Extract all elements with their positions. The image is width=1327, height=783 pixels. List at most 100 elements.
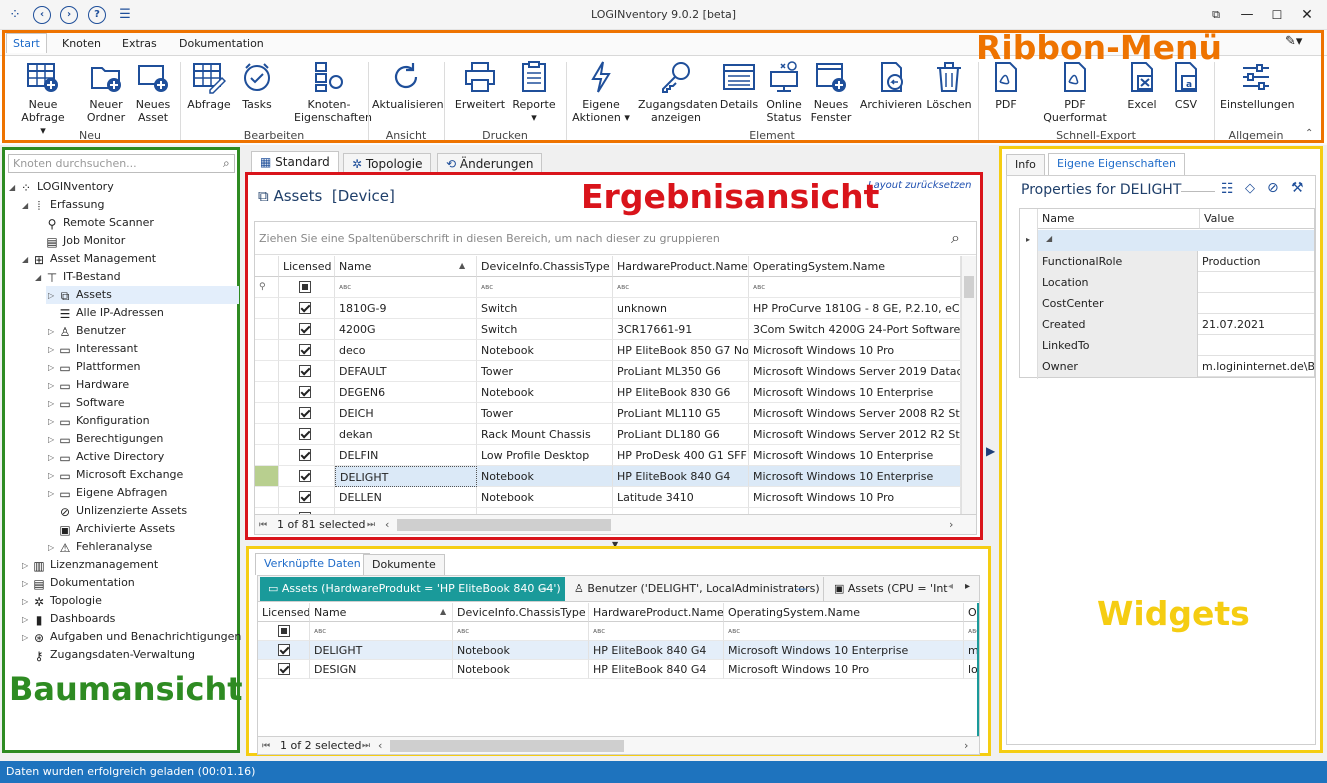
expand-arrow-icon[interactable]: ◢: [22, 251, 32, 269]
row-indicator[interactable]: [255, 298, 279, 319]
licensed-cell[interactable]: [258, 641, 310, 660]
table-cell[interactable]: ProLiant DL180 G6: [613, 424, 749, 445]
table-cell[interactable]: Microsoft Windows 10 Enterprise: [749, 382, 961, 403]
tab-linked-data[interactable]: Verknüpfte Daten: [255, 553, 370, 575]
licensed-cell[interactable]: [279, 361, 335, 382]
col-value[interactable]: Value: [1200, 209, 1314, 229]
expand-arrow-icon[interactable]: ▷: [48, 539, 58, 557]
tab-custom-properties[interactable]: Eigene Eigenschaften: [1048, 153, 1185, 175]
tab-documents[interactable]: Dokumente: [363, 554, 445, 575]
licensed-cell[interactable]: [279, 424, 335, 445]
expand-arrow-icon[interactable]: ▷: [48, 413, 58, 431]
table-cell[interactable]: DELLEN: [335, 487, 477, 508]
maximize-button[interactable]: ☐: [1267, 6, 1287, 24]
expand-arrow-icon[interactable]: ▷: [22, 557, 32, 575]
filter-cell[interactable]: ᴀʙc: [613, 277, 749, 298]
table-cell[interactable]: HP ProDesk 400 G1 SFF: [613, 445, 749, 466]
tree-node[interactable]: ▷ ▭ Microsoft Exchange: [46, 466, 239, 484]
filter-checkbox[interactable]: [278, 625, 290, 637]
filter-pin-icon[interactable]: ⚲: [255, 277, 279, 298]
table-cell[interactable]: HP ProCurve 1810G - 8 GE, P.2.10, eCos-2: [749, 298, 961, 319]
tree-node[interactable]: ▤ Job Monitor: [33, 232, 239, 250]
expand-arrow-icon[interactable]: ▷: [22, 629, 32, 647]
table-cell[interactable]: Notebook: [453, 641, 589, 660]
licensed-checkbox[interactable]: [278, 663, 290, 675]
expand-arrow-icon[interactable]: ▷: [48, 431, 58, 449]
checklist-icon[interactable]: ☷: [1221, 181, 1234, 197]
expand-arrow-icon[interactable]: ▷: [22, 611, 32, 629]
licensed-cell[interactable]: [279, 340, 335, 361]
tree-node[interactable]: ⊘ Unlizenzierte Assets: [46, 502, 239, 520]
expand-arrow-icon[interactable]: ▷: [22, 593, 32, 611]
table-cell[interactable]: Notebook: [477, 382, 613, 403]
tree-node[interactable]: ◢ ⊞ Asset Management: [20, 250, 239, 268]
vertical-scrollbar[interactable]: [961, 256, 976, 514]
linked-column-header-licensed[interactable]: Licensed: [258, 603, 310, 622]
tree-node[interactable]: ▷ ▭ Eigene Abfragen: [46, 484, 239, 502]
tree-node[interactable]: ▷ ♙ Benutzer: [46, 322, 239, 340]
tree-search-input[interactable]: Knoten durchsuchen...: [8, 154, 235, 173]
scroll-right-icon[interactable]: ›: [949, 515, 953, 534]
table-cell[interactable]: Notebook: [477, 487, 613, 508]
property-value[interactable]: m.logininternet.de\BillC: [1198, 356, 1314, 377]
table-cell[interactable]: unknown: [613, 298, 749, 319]
filter-cell[interactable]: ᴀʙc: [310, 622, 453, 641]
filter-cell[interactable]: ᴀʙc: [477, 277, 613, 298]
expand-arrow-icon[interactable]: ▷: [48, 287, 58, 305]
expand-arrow-icon[interactable]: ▷: [48, 449, 58, 467]
table-cell[interactable]: DELFIN: [335, 445, 477, 466]
tree-node[interactable]: ▷ ▥ Lizenzmanagement: [20, 556, 239, 574]
linked-filter-licensed[interactable]: [258, 622, 310, 641]
close-button[interactable]: ✕: [1297, 6, 1317, 24]
tree-node[interactable]: ▷ ▭ Konfiguration: [46, 412, 239, 430]
sort-ascending-icon[interactable]: ▲: [440, 607, 446, 616]
table-cell[interactable]: Tower: [477, 361, 613, 382]
minimize-icon[interactable]: —: [538, 577, 549, 601]
filter-cell[interactable]: ᴀʙc: [589, 622, 724, 641]
table-cell[interactable]: Microsoft Windows Server 2008 R2 Standar…: [749, 403, 961, 424]
linked-column-header-name[interactable]: Name: [310, 603, 453, 622]
tree-node[interactable]: ▷ ⧉ Assets: [46, 286, 239, 304]
table-cell[interactable]: Microsoft Windows 10 Enterprise: [724, 641, 964, 660]
collapse-icon[interactable]: ◢: [1046, 234, 1052, 243]
filter-cell[interactable]: ᴀʙc: [749, 277, 961, 298]
table-cell[interactable]: Tower: [477, 403, 613, 424]
last-page-icon[interactable]: ⏭: [367, 515, 375, 534]
licensed-cell[interactable]: [258, 660, 310, 679]
licensed-checkbox[interactable]: [278, 644, 290, 656]
licensed-cell[interactable]: [279, 298, 335, 319]
expand-arrow-icon[interactable]: ▷: [48, 395, 58, 413]
table-cell[interactable]: HP EliteBook 850 G7 Not...: [613, 340, 749, 361]
row-indicator[interactable]: [255, 319, 279, 340]
table-cell[interactable]: Microsoft Windows 10 Pro: [749, 487, 961, 508]
tree-node[interactable]: ⚲ Remote Scanner: [33, 214, 239, 232]
tree-node[interactable]: ▷ ✲ Topologie: [20, 592, 239, 610]
filter-cell[interactable]: ᴀʙc: [724, 622, 964, 641]
horizontal-scrollbar-thumb[interactable]: [390, 740, 624, 752]
expand-arrow-icon[interactable]: ◢: [22, 197, 32, 215]
tree-node[interactable]: ☰ Alle IP-Adressen: [46, 304, 239, 322]
tabs-scroll-right-icon[interactable]: ▸: [965, 581, 970, 592]
property-row[interactable]: FunctionalRole Production: [1038, 251, 1314, 272]
row-indicator[interactable]: [255, 403, 279, 424]
reset-layout-link[interactable]: Layout zurücksetzen: [868, 180, 972, 191]
expand-arrow-icon[interactable]: ▷: [48, 467, 58, 485]
expand-arrow-icon[interactable]: ◢: [9, 179, 19, 197]
tree-node[interactable]: ▷ ▭ Active Directory: [46, 448, 239, 466]
row-indicator[interactable]: [255, 340, 279, 361]
table-cell[interactable]: ProLiant ML110 G5: [613, 403, 749, 424]
table-cell[interactable]: Microsoft Windows 10 Pro: [749, 340, 961, 361]
expand-widgets-icon[interactable]: ▶: [986, 444, 995, 458]
table-cell[interactable]: DEFAULT: [335, 361, 477, 382]
property-row[interactable]: Location: [1038, 272, 1314, 293]
table-cell[interactable]: Notebook: [453, 660, 589, 679]
table-cell[interactable]: Microsoft Windows Server 2012 R2 Standar…: [749, 424, 961, 445]
licensed-checkbox[interactable]: [299, 323, 311, 335]
filter-cell[interactable]: ᴀʙc: [453, 622, 589, 641]
table-cell[interactable]: Notebook: [477, 340, 613, 361]
row-indicator[interactable]: [255, 445, 279, 466]
table-cell[interactable]: HP EliteBook 840 G4: [589, 660, 724, 679]
expand-arrow-icon[interactable]: ▷: [48, 341, 58, 359]
table-cell[interactable]: DEICH: [335, 403, 477, 424]
row-indicator[interactable]: [255, 382, 279, 403]
